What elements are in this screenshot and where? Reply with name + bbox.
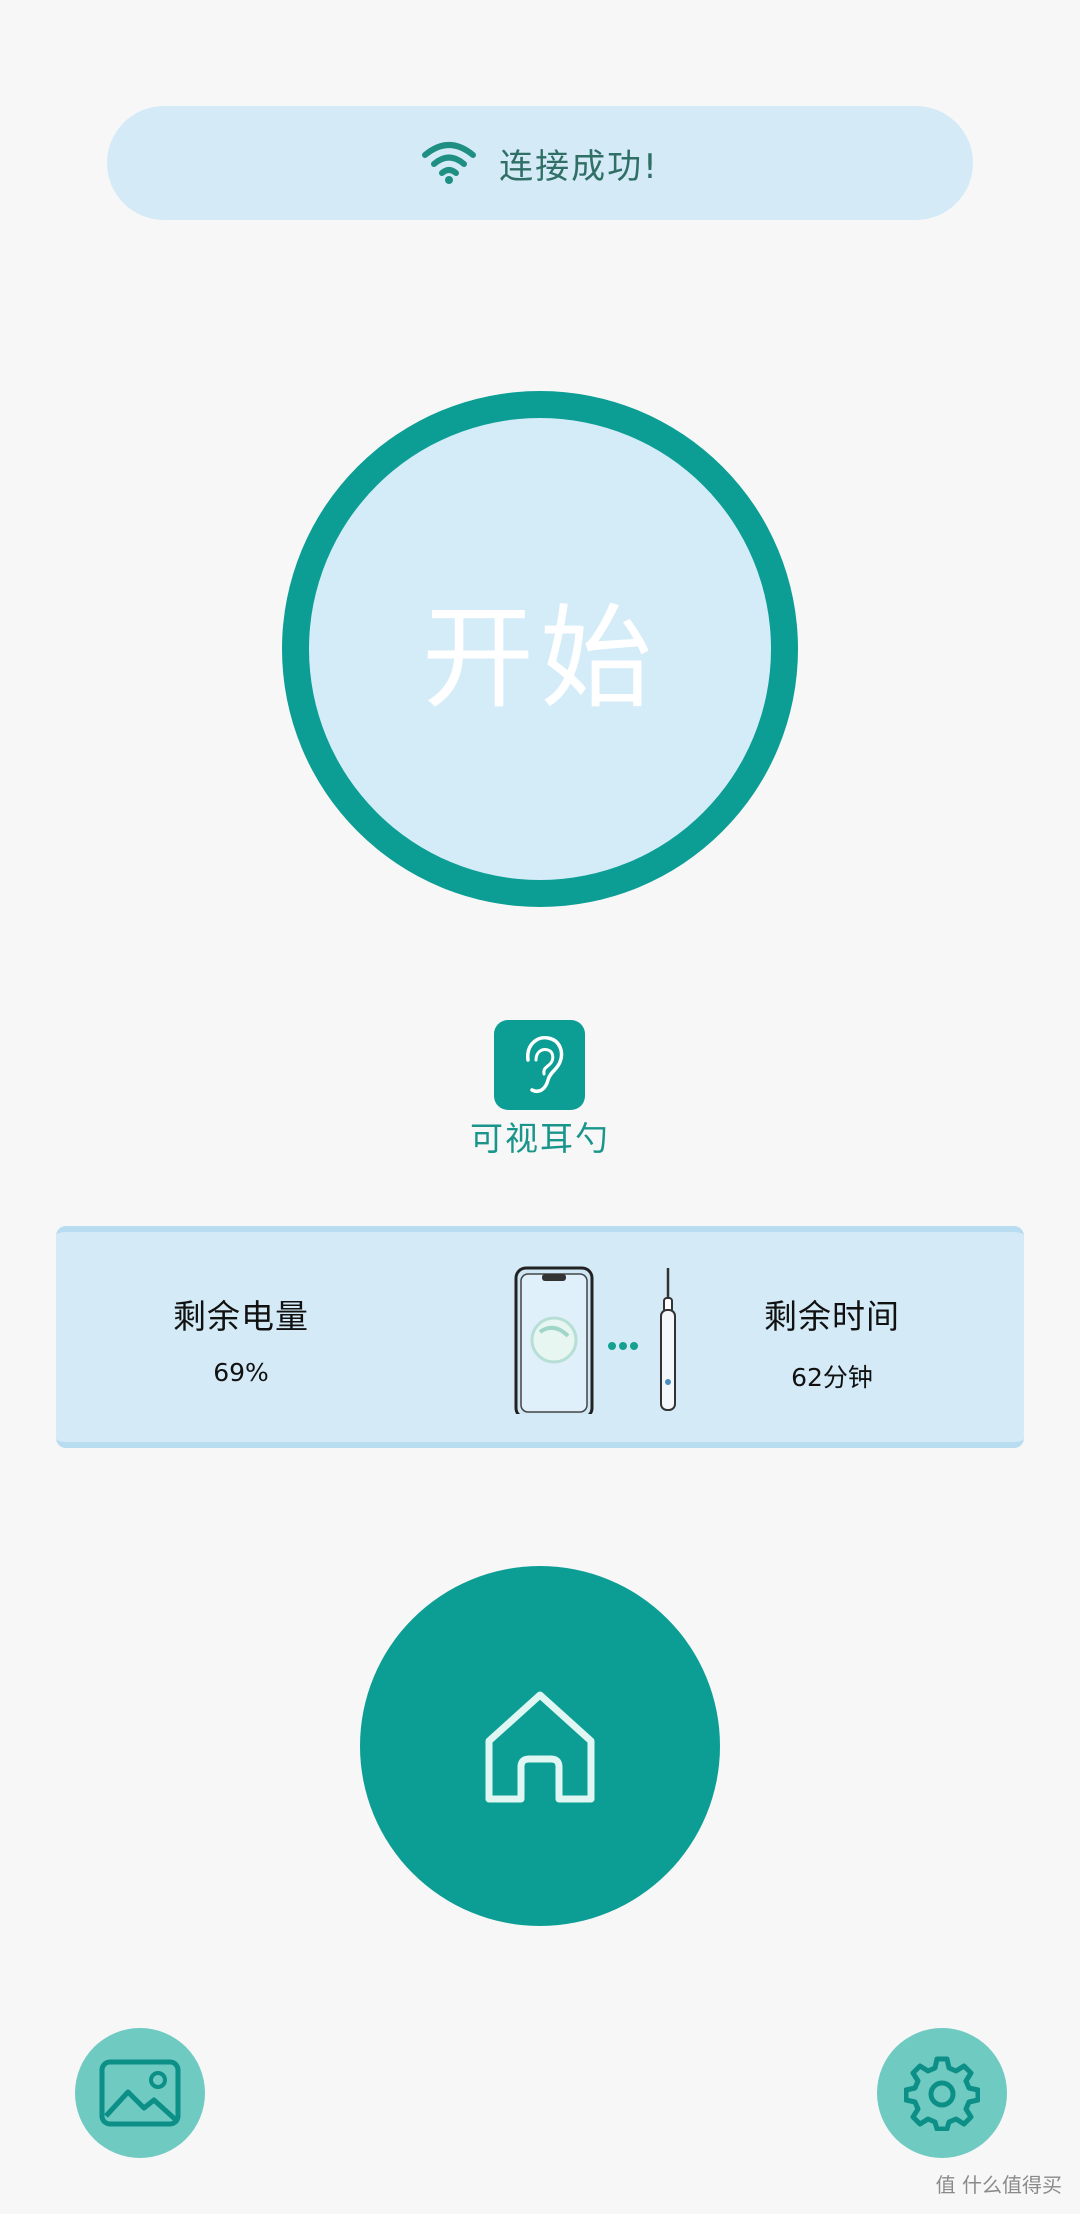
gallery-button[interactable] [75,2028,205,2158]
home-icon [485,1691,595,1803]
battery-label: 剩余电量 [173,1297,309,1336]
connection-status-banner: 连接成功! [107,106,973,220]
time-label: 剩余时间 [764,1297,900,1336]
device-name: 可视耳勺 [470,1119,610,1158]
start-button[interactable]: 开始 [282,391,798,907]
connection-status-text: 连接成功! [499,146,659,187]
settings-button[interactable] [877,2028,1007,2158]
connection-dots-icon [608,1342,638,1350]
gallery-icon [99,2059,181,2127]
wifi-icon [422,142,477,184]
watermark: 值 什么值得买 [935,2173,1062,2197]
battery-value: 69% [213,1358,269,1387]
time-value: 62分钟 [791,1363,873,1392]
settings-gear-icon [904,2056,980,2131]
device-info-card: 剩余电量 69% 剩余时间 62分钟 [56,1226,1024,1448]
time-info: 剩余时间 62分钟 [702,1290,962,1394]
battery-info: 剩余电量 69% [111,1290,371,1387]
start-button-label: 开始 [422,594,658,724]
home-button[interactable] [360,1566,720,1926]
start-button-inner: 开始 [309,418,771,880]
phone-device-illustration [514,1266,676,1414]
phone-icon [514,1266,594,1414]
ear-pick-device-icon [660,1268,676,1411]
ear-icon[interactable] [494,1020,585,1110]
